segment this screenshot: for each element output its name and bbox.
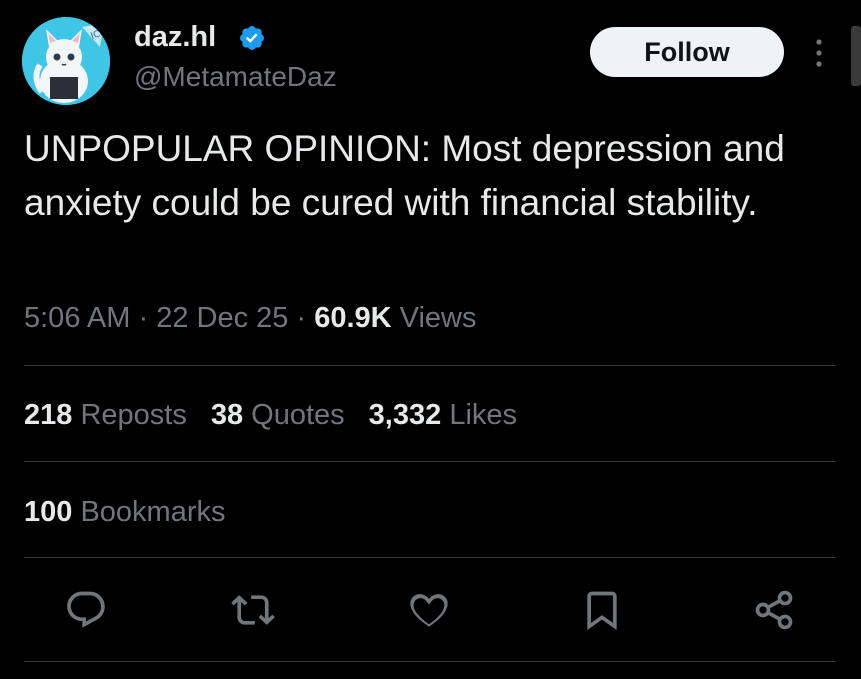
divider bbox=[24, 661, 836, 662]
more-vertical-icon[interactable] bbox=[808, 36, 830, 70]
tweet-detail: ICE daz.hl @MetamateDaz Follow UNPOPULAR… bbox=[0, 0, 861, 679]
meta-separator: · bbox=[296, 302, 307, 334]
bookmarks-label: Bookmarks bbox=[80, 496, 226, 528]
verified-badge-icon bbox=[240, 26, 264, 50]
like-icon bbox=[410, 594, 448, 627]
reply-icon bbox=[67, 591, 105, 628]
scrollbar[interactable] bbox=[851, 26, 861, 86]
avatar-cat-icon: ICE bbox=[22, 17, 110, 105]
avatar[interactable]: ICE bbox=[22, 17, 110, 105]
bookmarks-count: 100 bbox=[24, 496, 73, 528]
share-button[interactable] bbox=[752, 588, 796, 632]
author-handle[interactable]: @MetamateDaz bbox=[134, 58, 337, 96]
tweet-time[interactable]: 5:06 AM bbox=[24, 302, 130, 334]
reply-button[interactable] bbox=[64, 588, 108, 632]
tweet-text: UNPOPULAR OPINION: Most depression and a… bbox=[24, 128, 785, 223]
tweet-date[interactable]: 22 Dec 25 bbox=[156, 302, 288, 334]
reposts-count: 218 bbox=[24, 399, 73, 431]
reposts-stat[interactable]: 218 Reposts bbox=[24, 399, 187, 431]
likes-count: 3,332 bbox=[368, 399, 442, 431]
quotes-count: 38 bbox=[210, 399, 244, 431]
divider bbox=[24, 365, 836, 366]
views-label: Views bbox=[399, 302, 477, 334]
repost-button[interactable] bbox=[231, 588, 275, 632]
follow-button[interactable]: Follow bbox=[590, 27, 784, 77]
display-name[interactable]: daz.hl bbox=[134, 18, 216, 56]
bookmarks-stat[interactable]: 100 Bookmarks bbox=[24, 492, 226, 532]
share-icon bbox=[755, 590, 793, 630]
bookmark-icon bbox=[587, 591, 617, 631]
divider bbox=[24, 557, 836, 558]
meta-separator: · bbox=[138, 302, 149, 334]
quotes-label: Quotes bbox=[251, 399, 345, 431]
bookmark-button[interactable] bbox=[580, 588, 624, 632]
reposts-label: Reposts bbox=[80, 399, 187, 431]
views-count: 60.9K bbox=[314, 302, 392, 334]
engagement-stats: 218 Reposts 38 Quotes 3,332 Likes bbox=[24, 395, 541, 435]
tweet-meta: 5:06 AM · 22 Dec 25 · 60.9K Views bbox=[24, 298, 477, 338]
likes-label: Likes bbox=[449, 399, 518, 431]
repost-icon bbox=[231, 595, 275, 625]
likes-stat[interactable]: 3,332 Likes bbox=[369, 399, 517, 431]
quotes-stat[interactable]: 38 Quotes bbox=[211, 399, 345, 431]
divider bbox=[24, 461, 836, 462]
like-button[interactable] bbox=[407, 588, 451, 632]
